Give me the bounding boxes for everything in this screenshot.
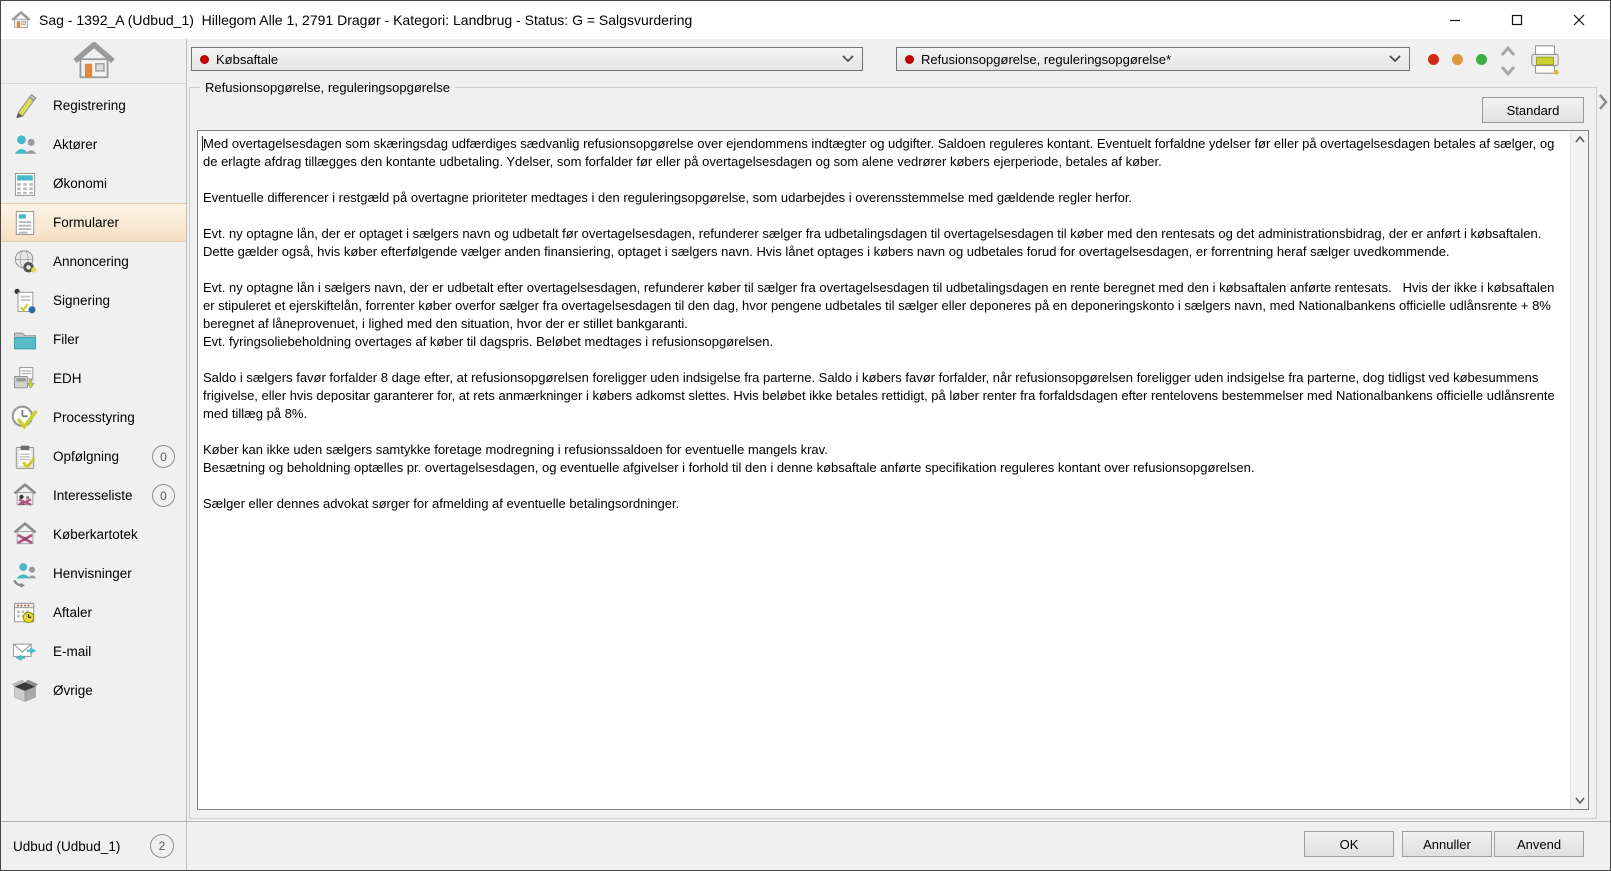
ok-button[interactable]: OK	[1304, 831, 1394, 857]
sidebar-item-aktorer[interactable]: Aktører	[1, 125, 186, 164]
sidebar-item-henvisninger[interactable]: Henvisninger	[1, 554, 186, 593]
sidebar-item-label: E-mail	[53, 644, 92, 659]
sidebar-item-annoncering[interactable]: Annoncering	[1, 242, 186, 281]
calendar-clock-icon	[10, 598, 40, 628]
email-icon	[10, 637, 40, 667]
sidebar-item-koberkartotek[interactable]: Køberkartotek	[1, 515, 186, 554]
people-arrow-icon	[10, 559, 40, 589]
window-title: Sag - 1392_A (Udbud_1) Hillegom Alle 1, …	[39, 12, 693, 28]
sidebar-item-edh[interactable]: EDH	[1, 359, 186, 398]
maximize-button[interactable]	[1486, 1, 1548, 39]
sidebar-item-label: Opfølgning	[53, 449, 120, 464]
bottom-bar: Udbud (Udbud_1) 2 OK Annuller Anvend	[1, 821, 1610, 870]
sidebar-item-signering[interactable]: Signering	[1, 281, 186, 320]
sidebar-item-label: EDH	[53, 371, 82, 386]
sidebar-item-opfolgning[interactable]: Opfølgning 0	[1, 437, 186, 476]
sidebar-item-registrering[interactable]: Registrering	[1, 86, 186, 125]
status-dot-green[interactable]	[1476, 54, 1487, 65]
sidebar-nav: Registrering Aktører Økonomi Formularer …	[1, 84, 186, 710]
cancel-button[interactable]: Annuller	[1402, 831, 1492, 857]
form-groupbox: Refusionsopgørelse, reguleringsopgørelse…	[189, 80, 1597, 819]
people-icon	[10, 130, 40, 160]
box-icon	[10, 676, 40, 706]
sidebar-footer-udbud[interactable]: Udbud (Udbud_1) 2	[1, 822, 187, 870]
editor-text: Med overtagelsesdagen som skæringsdag ud…	[203, 136, 1555, 511]
clock-check-icon	[10, 403, 40, 433]
sidebar-item-formularer[interactable]: Formularer	[1, 203, 186, 242]
titlebar: Sag - 1392_A (Udbud_1) Hillegom Alle 1, …	[1, 1, 1610, 39]
house-bow-icon	[10, 520, 40, 550]
sidebar-item-label: Aftaler	[53, 605, 93, 620]
chevron-up-icon[interactable]	[1499, 44, 1517, 57]
count-badge: 0	[152, 484, 175, 507]
sidebar-item-interesseliste[interactable]: Interesseliste 0	[1, 476, 186, 515]
house-people-icon	[10, 481, 40, 511]
status-dot-red[interactable]	[1428, 54, 1439, 65]
sidebar-item-okonomi[interactable]: Økonomi	[1, 164, 186, 203]
form-select-left[interactable]: Købsaftale	[191, 47, 863, 71]
form-select-left-value: Købsaftale	[216, 51, 279, 67]
groupbox-title: Refusionsopgørelse, reguleringsopgørelse	[200, 80, 455, 95]
sidebar-item-label: Henvisninger	[53, 566, 132, 581]
sidebar-item-label: Registrering	[53, 98, 126, 113]
chevron-down-icon[interactable]	[1499, 65, 1517, 78]
form-select-right[interactable]: Refusionsopgørelse, reguleringsopgørelse…	[896, 47, 1410, 71]
window-controls	[1424, 1, 1610, 39]
printer-doc-icon	[10, 364, 40, 394]
red-dot-icon	[905, 54, 914, 64]
sidebar-item-label: Køberkartotek	[53, 527, 138, 542]
sidebar-item-label: Processtyring	[53, 410, 135, 425]
sidebar-item-label: Filer	[53, 332, 80, 347]
sidebar-item-processtyring[interactable]: Processtyring	[1, 398, 186, 437]
sidebar: Registrering Aktører Økonomi Formularer …	[1, 39, 187, 821]
red-dot-icon	[200, 54, 209, 64]
sidebar-item-label: Signering	[53, 293, 111, 308]
sidebar-item-email[interactable]: E-mail	[1, 632, 186, 671]
globe-gear-icon	[10, 247, 40, 277]
sidebar-item-label: Økonomi	[53, 176, 108, 191]
calculator-icon	[10, 169, 40, 199]
sidebar-item-filer[interactable]: Filer	[1, 320, 186, 359]
form-icon	[10, 208, 40, 238]
sidebar-item-label: Annoncering	[53, 254, 129, 269]
signature-icon	[10, 286, 40, 316]
house-icon	[71, 42, 117, 80]
chevron-down-icon	[842, 55, 854, 63]
app-window: Sag - 1392_A (Udbud_1) Hillegom Alle 1, …	[0, 0, 1611, 871]
standard-button[interactable]: Standard	[1482, 97, 1584, 123]
scroll-up-icon[interactable]	[1571, 131, 1588, 148]
status-dot-orange[interactable]	[1452, 54, 1463, 65]
close-button[interactable]	[1548, 1, 1610, 39]
sidebar-item-ovrige[interactable]: Øvrige	[1, 671, 186, 710]
sidebar-item-label: Formularer	[53, 215, 120, 230]
sidebar-item-label: Aktører	[53, 137, 98, 152]
form-select-right-value: Refusionsopgørelse, reguleringsopgørelse…	[921, 51, 1172, 67]
sidebar-item-label: Interesseliste	[53, 488, 133, 503]
print-button[interactable]	[1525, 43, 1565, 77]
minimize-button[interactable]	[1424, 1, 1486, 39]
home-button[interactable]	[1, 39, 186, 84]
clipboard-check-icon	[10, 442, 40, 472]
chevron-down-icon	[1389, 55, 1401, 63]
form-text-editor[interactable]: Med overtagelsesdagen som skæringsdag ud…	[197, 130, 1589, 810]
sidebar-item-label: Øvrige	[53, 683, 93, 698]
expand-panel-button chevron-right-icon[interactable]	[1598, 93, 1608, 111]
folder-icon	[10, 325, 40, 355]
house-icon	[11, 11, 31, 29]
sidebar-item-aftaler[interactable]: Aftaler	[1, 593, 186, 632]
printer-icon	[1528, 44, 1562, 76]
reorder-controls	[1497, 44, 1519, 78]
count-badge: 0	[152, 445, 175, 468]
vertical-scrollbar[interactable]	[1570, 131, 1588, 809]
pen-icon	[10, 91, 40, 121]
sidebar-footer-label: Udbud (Udbud_1)	[13, 838, 121, 854]
scroll-down-icon[interactable]	[1571, 792, 1588, 809]
apply-button[interactable]: Anvend	[1494, 831, 1584, 857]
count-badge: 2	[150, 834, 174, 858]
